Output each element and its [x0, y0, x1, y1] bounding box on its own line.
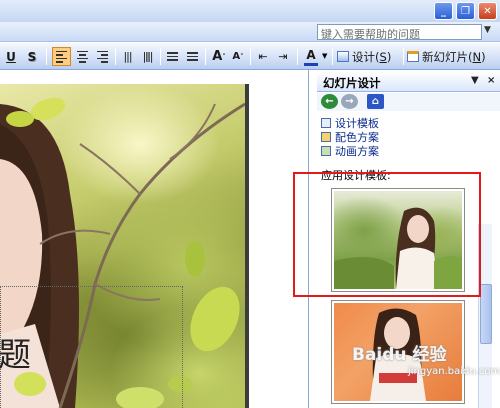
new-slide-button-label: 新幻灯片: [422, 49, 468, 64]
increase-font-icon: A: [212, 49, 223, 64]
shadow-button[interactable]: S: [24, 47, 40, 66]
bullet-list-icon: [187, 52, 198, 61]
align-center-button[interactable]: [74, 47, 91, 66]
columns-icon: |ǁ|: [142, 50, 154, 63]
toolbar-separator: [403, 48, 404, 65]
numbered-list-icon: [167, 52, 178, 61]
color-scheme-icon: [321, 132, 331, 142]
task-pane-title: 幻灯片设计: [323, 76, 381, 90]
design-button-label: 设计: [352, 49, 375, 64]
close-icon: ✕: [483, 5, 492, 17]
new-slide-accelerator: (N): [468, 49, 486, 64]
toolbar-separator: [205, 48, 206, 65]
home-button[interactable]: ⌂: [367, 94, 384, 109]
forward-arrow-icon: →: [345, 96, 354, 107]
design-button[interactable]: 设计 (S): [337, 47, 401, 66]
toolbar-separator: [297, 48, 298, 65]
back-arrow-icon: ←: [325, 96, 334, 107]
forward-button[interactable]: →: [341, 94, 358, 109]
animation-schemes-label: 动画方案: [335, 145, 379, 158]
font-color-icon: A: [306, 48, 316, 62]
decrease-font-icon: A: [232, 51, 241, 62]
title-bar: _ ❐ ✕: [0, 0, 500, 22]
highlight-annotation-box: [293, 172, 481, 297]
baidu-watermark: Baidu 经验: [352, 345, 447, 365]
align-left-button[interactable]: [52, 47, 71, 66]
caret-down-icon: ˅: [240, 52, 244, 61]
shadow-icon: S: [27, 49, 37, 64]
slide-canvas[interactable]: 题: [0, 84, 245, 408]
task-pane-header: 幻灯片设计 ▼ ×: [317, 72, 500, 92]
minimize-button[interactable]: _: [434, 2, 453, 20]
underline-button[interactable]: U: [4, 47, 18, 66]
align-right-icon: [97, 50, 108, 63]
toolbar-separator: [46, 48, 47, 65]
color-schemes-link[interactable]: 配色方案: [321, 130, 379, 144]
distribute-icon: |||: [123, 50, 132, 63]
slide-edge-shadow: [245, 84, 249, 408]
design-templates-link[interactable]: 设计模板: [321, 116, 379, 130]
task-pane-links: 设计模板 配色方案 动画方案: [321, 116, 379, 158]
increase-font-button[interactable]: A ˄: [210, 47, 228, 66]
columns-button[interactable]: |ǁ|: [139, 47, 156, 66]
task-pane-nav: ← → ⌂: [317, 93, 500, 111]
new-slide-icon: [407, 51, 419, 62]
decrease-indent-icon: ⇤: [258, 50, 268, 63]
align-left-icon: [56, 50, 67, 63]
animation-schemes-link[interactable]: 动画方案: [321, 144, 379, 158]
increase-indent-icon: ⇥: [278, 50, 288, 63]
task-pane-menu-icon[interactable]: ▼: [471, 75, 479, 86]
toolbar-separator: [250, 48, 251, 65]
menu-bar: 键入需要帮助的问题 ▼: [0, 22, 500, 42]
caret-up-icon: ˄: [222, 52, 226, 61]
decrease-font-button[interactable]: A ˅: [230, 47, 246, 66]
home-icon: ⌂: [371, 96, 380, 107]
restore-button[interactable]: ❐: [456, 2, 475, 20]
new-slide-accelerator-key: N: [472, 49, 482, 64]
design-accelerator: (S): [375, 49, 392, 64]
baidu-watermark-url: jingyan.baidu.com: [408, 366, 500, 377]
toolbar-separator: [332, 48, 333, 65]
animation-scheme-icon: [321, 146, 331, 156]
help-search-input[interactable]: 键入需要帮助的问题: [317, 24, 482, 40]
bullets-button[interactable]: [184, 47, 201, 66]
numbering-button[interactable]: [164, 47, 181, 66]
distribute-button[interactable]: |||: [119, 47, 136, 66]
align-center-icon: [77, 50, 88, 63]
increase-indent-button[interactable]: ⇥: [275, 47, 291, 66]
dropdown-arrow-icon[interactable]: ▼: [484, 25, 491, 35]
scrollbar-thumb[interactable]: [480, 284, 492, 344]
design-icon: [337, 51, 349, 62]
minimize-icon: _: [441, 5, 446, 17]
new-slide-button[interactable]: 新幻灯片 (N): [407, 47, 493, 66]
formatting-toolbar: U S ||| |ǁ| A ˄ A ˅ ⇤ ⇥ A ▼ 设计 (S) 新幻灯片 …: [0, 43, 500, 70]
slide-editing-area: 题: [0, 70, 308, 408]
font-color-button[interactable]: A: [304, 47, 318, 66]
toolbar-separator: [160, 48, 161, 65]
restore-icon: ❐: [461, 5, 470, 17]
toolbar-separator: [115, 48, 116, 65]
underline-icon: U: [6, 49, 16, 64]
task-pane-close-icon[interactable]: ×: [487, 75, 495, 86]
powerpoint-window: _ ❐ ✕ 键入需要帮助的问题 ▼ U S ||| |ǁ| A ˄ A ˅ ⇤ …: [0, 0, 500, 408]
design-template-icon: [321, 118, 331, 128]
font-color-dropdown-icon[interactable]: ▼: [322, 52, 327, 60]
close-button[interactable]: ✕: [478, 2, 497, 20]
back-button[interactable]: ←: [321, 94, 338, 109]
align-right-button[interactable]: [94, 47, 111, 66]
slide-title-text[interactable]: 题: [0, 328, 31, 376]
design-accelerator-key: S: [379, 49, 387, 64]
decrease-indent-button[interactable]: ⇤: [255, 47, 271, 66]
